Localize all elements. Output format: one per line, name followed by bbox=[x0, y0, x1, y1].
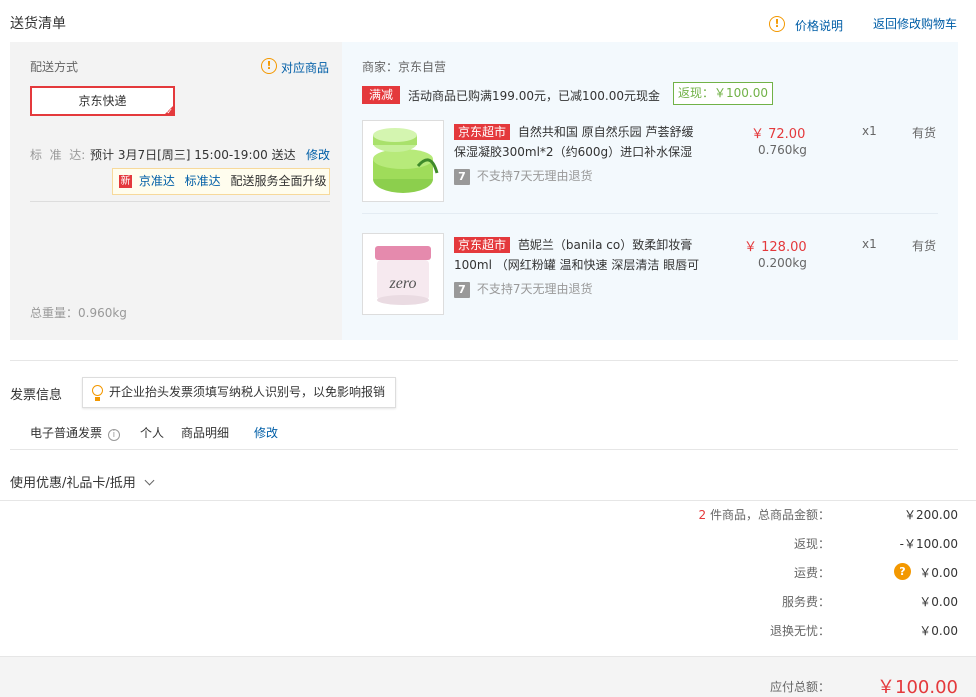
product-stock: 有货 bbox=[912, 239, 937, 253]
invoice-tip-text: 开企业抬头发票须填写纳税人识别号，以免影响报销 bbox=[109, 385, 386, 399]
delivery-method-option[interactable]: 京东快递 ✓ bbox=[30, 86, 175, 116]
checkmark-icon: ✓ bbox=[166, 107, 173, 116]
cashback-label: 返现： bbox=[793, 537, 830, 551]
promo-text: 活动商品已购满199.00元，已减100.00元现金 bbox=[408, 89, 660, 103]
summary-count-label: 2 件商品，总商品金额： bbox=[699, 506, 830, 523]
invoice-detail: 商品明细 bbox=[181, 426, 230, 440]
delivery-modify-link[interactable]: 修改 bbox=[306, 146, 330, 163]
service-label: 服务费： bbox=[781, 595, 830, 609]
product-return-note: 7 不支持7天无理由退货 bbox=[454, 167, 592, 185]
invoice-modify-link[interactable]: 修改 bbox=[254, 424, 278, 441]
coupon-toggle[interactable]: 使用优惠/礼品卡/抵用 bbox=[10, 472, 155, 491]
product-stock: 有货 bbox=[912, 126, 937, 140]
invoice-title: 发票信息 bbox=[10, 388, 63, 403]
product-divider bbox=[362, 213, 938, 214]
return-note: 不支持7天无理由退货 bbox=[476, 169, 593, 183]
cashback-badge: 返现：￥100.00 bbox=[673, 82, 773, 105]
payable-value: ￥100.00 bbox=[877, 677, 958, 697]
product-weight: 0.200kg bbox=[758, 256, 807, 270]
summary-total-row: 2 件商品，总商品金额： ￥200.00 bbox=[0, 506, 976, 526]
item-count: 2 bbox=[698, 508, 707, 522]
return-value: ￥0.00 bbox=[919, 624, 958, 638]
product-price: ￥ 128.00 bbox=[744, 240, 807, 255]
summary-freight-row: 运费： ? ￥0.00 bbox=[0, 563, 976, 584]
return-note: 不支持7天无理由退货 bbox=[476, 282, 593, 296]
new-badge: 新 bbox=[119, 175, 132, 188]
product-title[interactable]: 京东超市 芭妮兰（banila co）致柔卸妆膏100ml （网红粉罐 温和快速… bbox=[454, 235, 704, 275]
info-circle-icon[interactable]: i bbox=[107, 429, 120, 441]
section-divider bbox=[10, 360, 958, 361]
invoice-type-label: 电子普通发票 bbox=[30, 426, 103, 440]
freight-value: ￥0.00 bbox=[919, 566, 958, 580]
svg-text:zero: zero bbox=[389, 275, 417, 292]
product-weight: 0.760kg bbox=[758, 143, 807, 157]
product-image-banila[interactable]: zero bbox=[362, 233, 444, 315]
back-to-cart-link[interactable]: 返回修改购物车 bbox=[873, 15, 957, 32]
invoice-person: 个人 bbox=[140, 426, 165, 440]
product-qty: x1 bbox=[862, 124, 877, 138]
summary-cashback-row: 返现： -￥100.00 bbox=[0, 535, 976, 555]
price-note-link[interactable]: 价格说明 bbox=[795, 17, 843, 34]
standard-delivery-time: 预计 3月7日[周三] 15:00-19:00 送达 bbox=[90, 148, 296, 162]
section-title: 送货清单 bbox=[10, 16, 66, 32]
delivery-upgrade-tip: 新 京准达 标准达 配送服务全面升级 bbox=[112, 168, 330, 195]
summary-return-row: 退换无忧： ￥0.00 bbox=[0, 622, 976, 642]
chevron-down-icon bbox=[144, 475, 155, 486]
summary-total-value: ￥200.00 bbox=[904, 508, 958, 522]
product-title[interactable]: 京东超市 自然共和国 原自然乐园 芦荟舒缓保湿凝胶300ml*2（约600g）进… bbox=[454, 122, 704, 162]
freight-label: 运费： bbox=[793, 566, 830, 580]
jzd-link[interactable]: 京准达 bbox=[139, 174, 175, 188]
invoice-type: 电子普通发票 i bbox=[30, 424, 120, 441]
summary-divider bbox=[0, 500, 976, 501]
bulb-base-icon bbox=[95, 397, 100, 401]
freight-help-icon[interactable]: ? bbox=[894, 563, 911, 580]
payable-label: 应付总额： bbox=[769, 680, 830, 694]
delivery-divider bbox=[30, 201, 330, 202]
item-count-text: 件商品，总商品金额： bbox=[709, 508, 830, 522]
standard-delivery-label: 标 准 达: bbox=[30, 148, 86, 162]
product-price: ￥ 72.00 bbox=[751, 127, 806, 142]
total-weight: 总重量：0.960kg bbox=[30, 306, 127, 320]
delivery-method-label: 京东快递 bbox=[78, 94, 127, 108]
banila-jar-image: zero bbox=[375, 246, 431, 305]
service-value: ￥0.00 bbox=[919, 595, 958, 609]
matched-goods-link[interactable]: 对应商品 bbox=[281, 59, 329, 76]
product-qty: x1 bbox=[862, 237, 877, 251]
return-label: 退换无忧： bbox=[769, 624, 830, 638]
payable-bar: 应付总额： ￥100.00 bbox=[0, 656, 976, 697]
warning-icon: ! bbox=[261, 58, 277, 74]
promo-tag: 满减 bbox=[362, 86, 400, 104]
jd-supermarket-tag: 京东超市 bbox=[454, 237, 511, 253]
delivery-label: 配送方式 bbox=[30, 60, 79, 74]
merchant-label: 商家：京东自营 bbox=[362, 60, 447, 74]
cashback-value: -￥100.00 bbox=[899, 537, 958, 551]
upgrade-text: 配送服务全面升级 bbox=[230, 174, 327, 188]
aloe-jar-image bbox=[373, 128, 439, 193]
no-return-icon: 7 bbox=[454, 169, 470, 185]
summary-service-row: 服务费： ￥0.00 bbox=[0, 593, 976, 613]
info-icon: ! bbox=[769, 16, 785, 32]
invoice-tip: 开企业抬头发票须填写纳税人识别号，以免影响报销 bbox=[82, 377, 397, 408]
product-return-note: 7 不支持7天无理由退货 bbox=[454, 280, 592, 298]
bzd-link[interactable]: 标准达 bbox=[185, 174, 221, 188]
product-image-aloe[interactable] bbox=[362, 120, 444, 202]
no-return-icon: 7 bbox=[454, 282, 470, 298]
jd-supermarket-tag: 京东超市 bbox=[454, 124, 511, 140]
coupon-label: 使用优惠/礼品卡/抵用 bbox=[10, 476, 136, 491]
bulb-icon bbox=[92, 385, 103, 396]
section-divider bbox=[10, 449, 958, 450]
